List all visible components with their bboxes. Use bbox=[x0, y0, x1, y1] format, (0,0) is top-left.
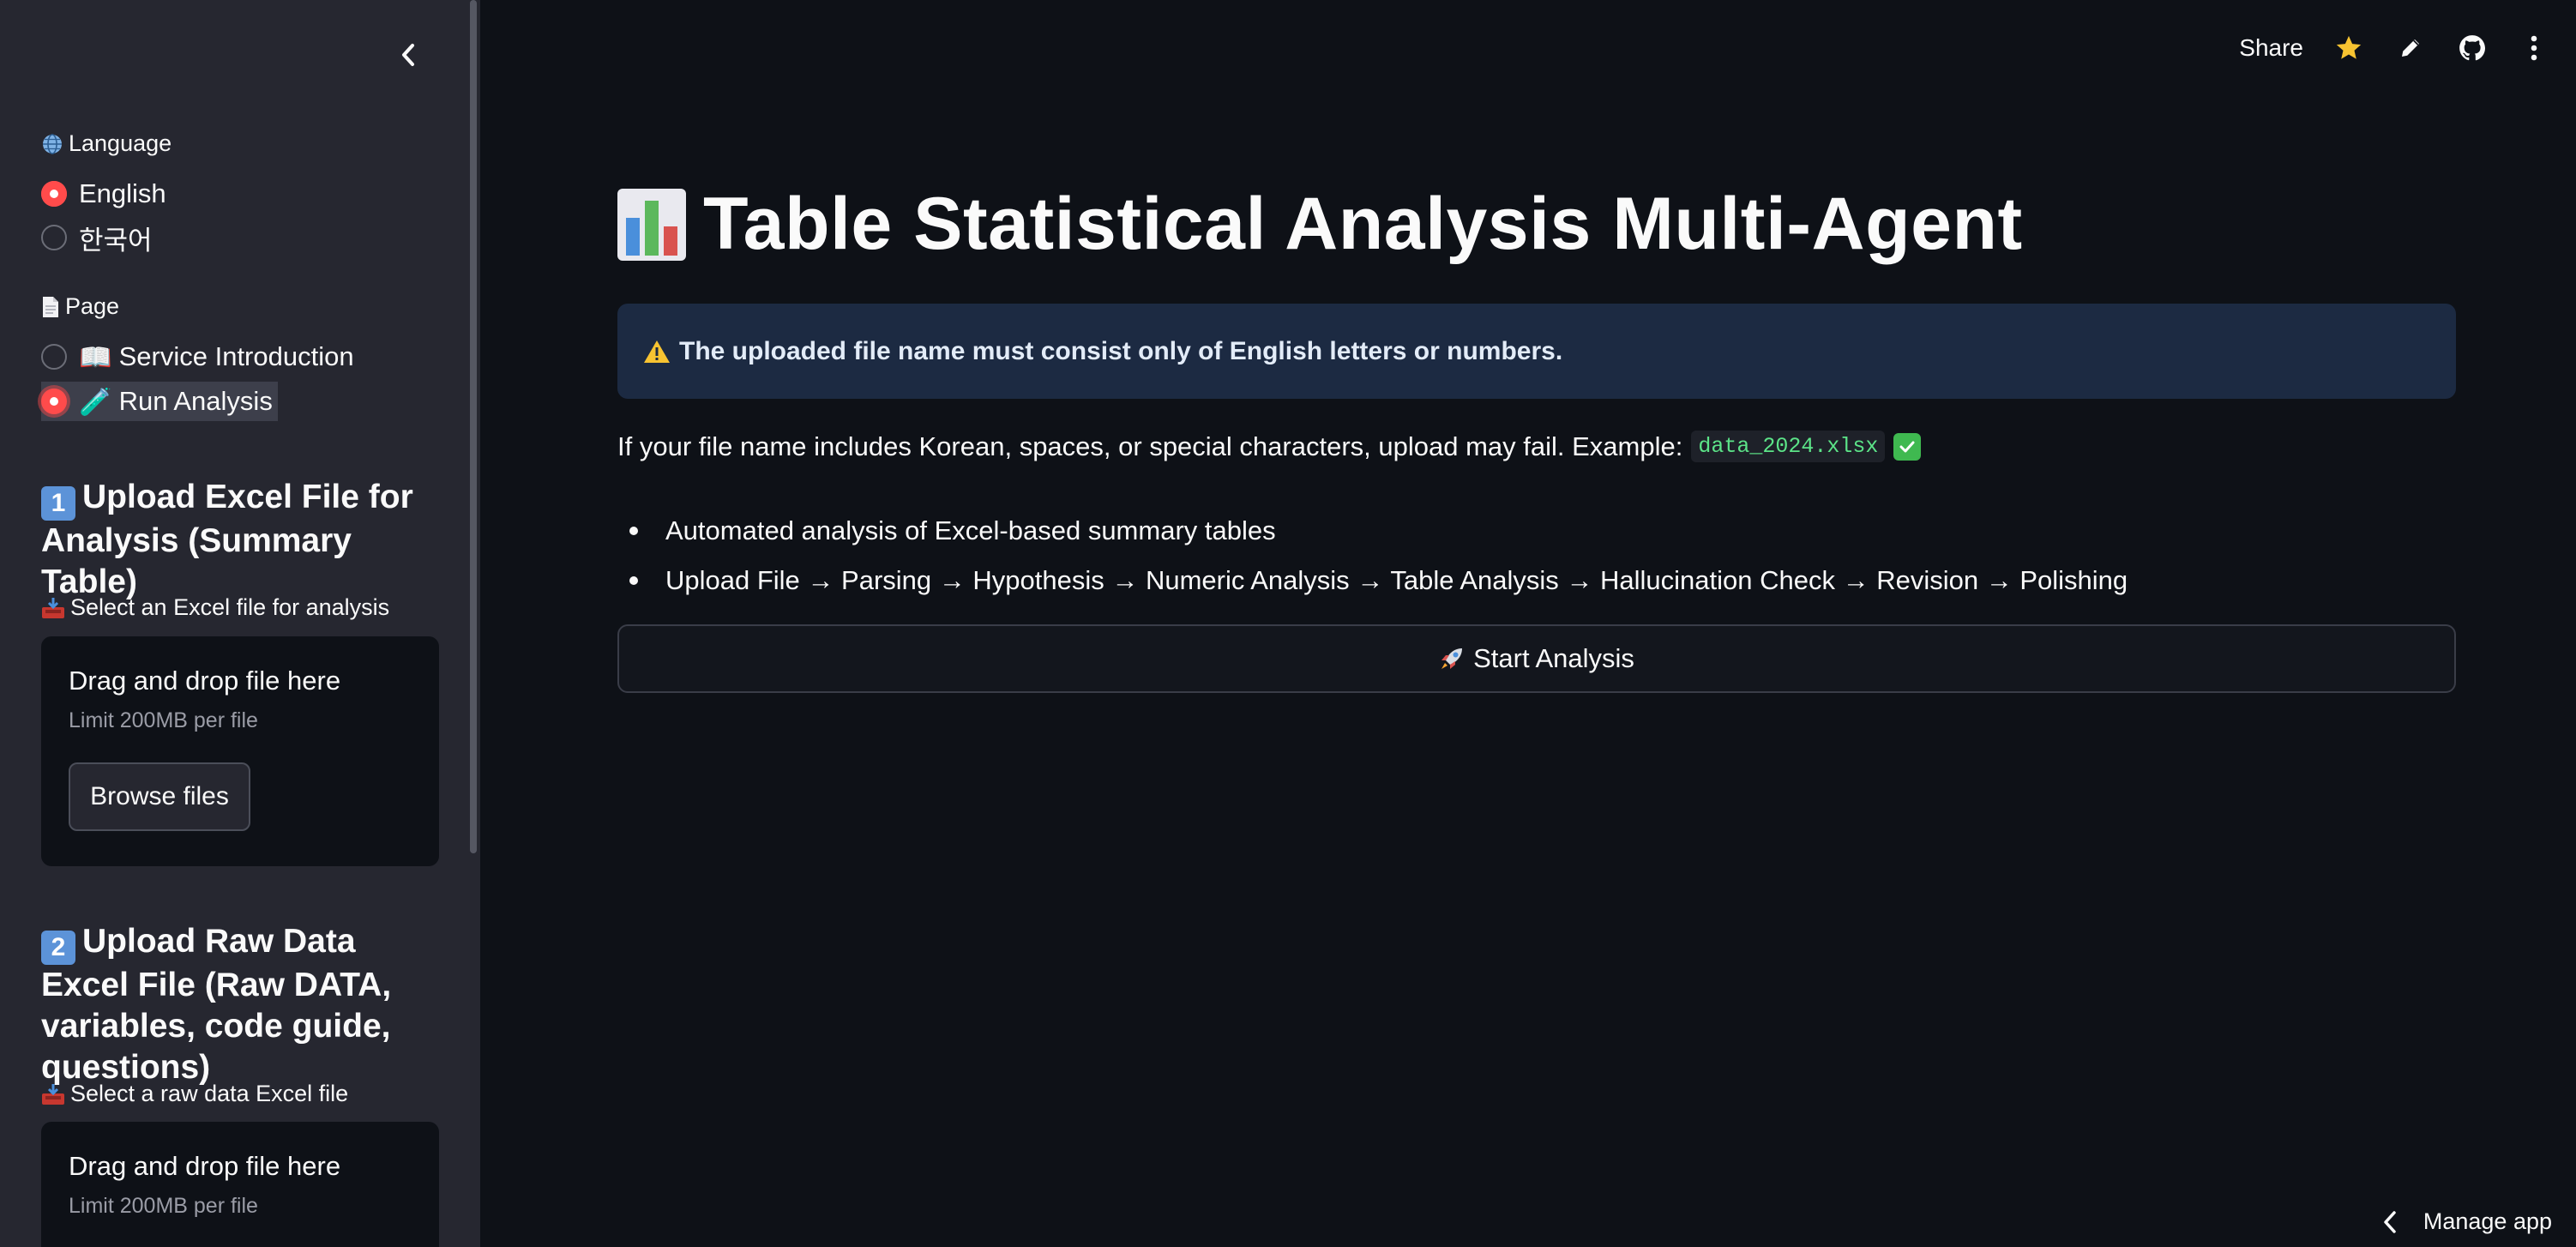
dropzone-limit: Limit 200MB per file bbox=[69, 708, 258, 732]
keycap-two-icon: 2 bbox=[41, 931, 75, 965]
raw-data-file-dropzone[interactable]: Drag and drop file here Limit 200MB per … bbox=[41, 1122, 439, 1247]
summary-uploader-label-text: Select an Excel file for analysis bbox=[70, 594, 390, 620]
start-analysis-label: Start Analysis bbox=[1473, 643, 1634, 673]
page-option-label: Service Introduction bbox=[118, 341, 354, 371]
radio-selected-icon[interactable] bbox=[41, 181, 67, 207]
language-option-label: English bbox=[79, 178, 166, 208]
globe-icon bbox=[43, 133, 62, 154]
page-option-service-introduction[interactable]: 📖 Service Introduction bbox=[41, 337, 359, 377]
sidebar-scrollbar[interactable] bbox=[470, 0, 477, 853]
feature-list: Automated analysis of Excel-based summar… bbox=[617, 506, 2128, 605]
manage-app-button[interactable]: Manage app bbox=[2382, 1208, 2552, 1235]
upload-summary-heading-text: Upload Excel File for Analysis (Summary … bbox=[41, 479, 413, 600]
raw-data-uploader-label: Select a raw data Excel file bbox=[41, 1081, 348, 1107]
star-icon[interactable] bbox=[2332, 32, 2365, 64]
dropzone-title: Drag and drop file here bbox=[69, 666, 341, 696]
upload-raw-data-heading-text: Upload Raw Data Excel File (Raw DATA, va… bbox=[41, 923, 392, 1086]
page-option-run-analysis[interactable]: 🧪 Run Analysis bbox=[41, 382, 278, 421]
inbox-tray-icon bbox=[42, 597, 64, 618]
page-title: Table Statistical Analysis Multi-Agent bbox=[617, 182, 2023, 267]
start-analysis-button[interactable]: Start Analysis bbox=[617, 624, 2456, 693]
raw-data-uploader-label-text: Select a raw data Excel file bbox=[70, 1081, 349, 1106]
sidebar: Language English 한국어 Page 📖 Service Intr… bbox=[0, 0, 480, 1247]
test-tube-icon: 🧪 bbox=[79, 386, 112, 417]
language-option-korean[interactable]: 한국어 bbox=[41, 218, 158, 257]
summary-file-dropzone[interactable]: Drag and drop file here Limit 200MB per … bbox=[41, 636, 439, 866]
summary-uploader-label: Select an Excel file for analysis bbox=[41, 594, 389, 621]
warning-text: The uploaded file name must consist only… bbox=[679, 336, 1563, 365]
example-filename-code: data_2024.xlsx bbox=[1691, 431, 1886, 462]
language-option-english[interactable]: English bbox=[41, 174, 172, 214]
manage-app-label: Manage app bbox=[2423, 1208, 2552, 1234]
page-label: Page bbox=[41, 293, 119, 320]
radio-selected-icon[interactable] bbox=[41, 389, 67, 414]
github-icon[interactable] bbox=[2456, 32, 2489, 64]
list-item: Automated analysis of Excel-based summar… bbox=[617, 506, 2128, 556]
warning-alert: The uploaded file name must consist only… bbox=[617, 304, 2456, 399]
filename-info-text: If your file name includes Korean, space… bbox=[617, 431, 1683, 461]
book-icon: 📖 bbox=[79, 341, 112, 372]
filename-info-paragraph: If your file name includes Korean, space… bbox=[617, 431, 1922, 462]
chevron-left-icon bbox=[402, 44, 414, 66]
inbox-tray-icon bbox=[42, 1083, 64, 1105]
share-button[interactable]: Share bbox=[2239, 34, 2303, 62]
more-vertical-icon[interactable] bbox=[2518, 32, 2550, 64]
radio-unselected-icon[interactable] bbox=[41, 344, 67, 370]
rocket-icon bbox=[1441, 648, 1463, 669]
edit-pencil-icon[interactable] bbox=[2394, 32, 2427, 64]
browse-files-button[interactable]: Browse files bbox=[69, 762, 250, 831]
bar-chart-icon bbox=[617, 188, 686, 261]
language-label-text: Language bbox=[69, 130, 172, 156]
page-option-label: Run Analysis bbox=[118, 386, 273, 416]
collapse-sidebar-button[interactable] bbox=[394, 38, 422, 72]
top-toolbar: Share bbox=[2239, 26, 2550, 70]
page-document-icon bbox=[43, 296, 58, 317]
chevron-left-icon bbox=[2384, 1210, 2396, 1233]
page-title-text: Table Statistical Analysis Multi-Agent bbox=[703, 183, 2023, 265]
check-mark-icon bbox=[1893, 432, 1922, 461]
upload-summary-heading: 1 Upload Excel File for Analysis (Summary… bbox=[41, 477, 436, 603]
radio-unselected-icon[interactable] bbox=[41, 225, 67, 250]
keycap-one-icon: 1 bbox=[41, 486, 75, 521]
dropzone-limit: Limit 200MB per file bbox=[69, 1194, 258, 1218]
upload-raw-data-heading: 2 Upload Raw Data Excel File (Raw DATA, v… bbox=[41, 921, 436, 1088]
warning-icon bbox=[643, 339, 671, 364]
list-item: Upload File → Parsing → Hypothesis → Num… bbox=[617, 556, 2128, 605]
dropzone-title: Drag and drop file here bbox=[69, 1151, 341, 1181]
language-option-label: 한국어 bbox=[79, 225, 153, 256]
page-label-text: Page bbox=[65, 293, 120, 319]
language-label: Language bbox=[41, 130, 172, 157]
